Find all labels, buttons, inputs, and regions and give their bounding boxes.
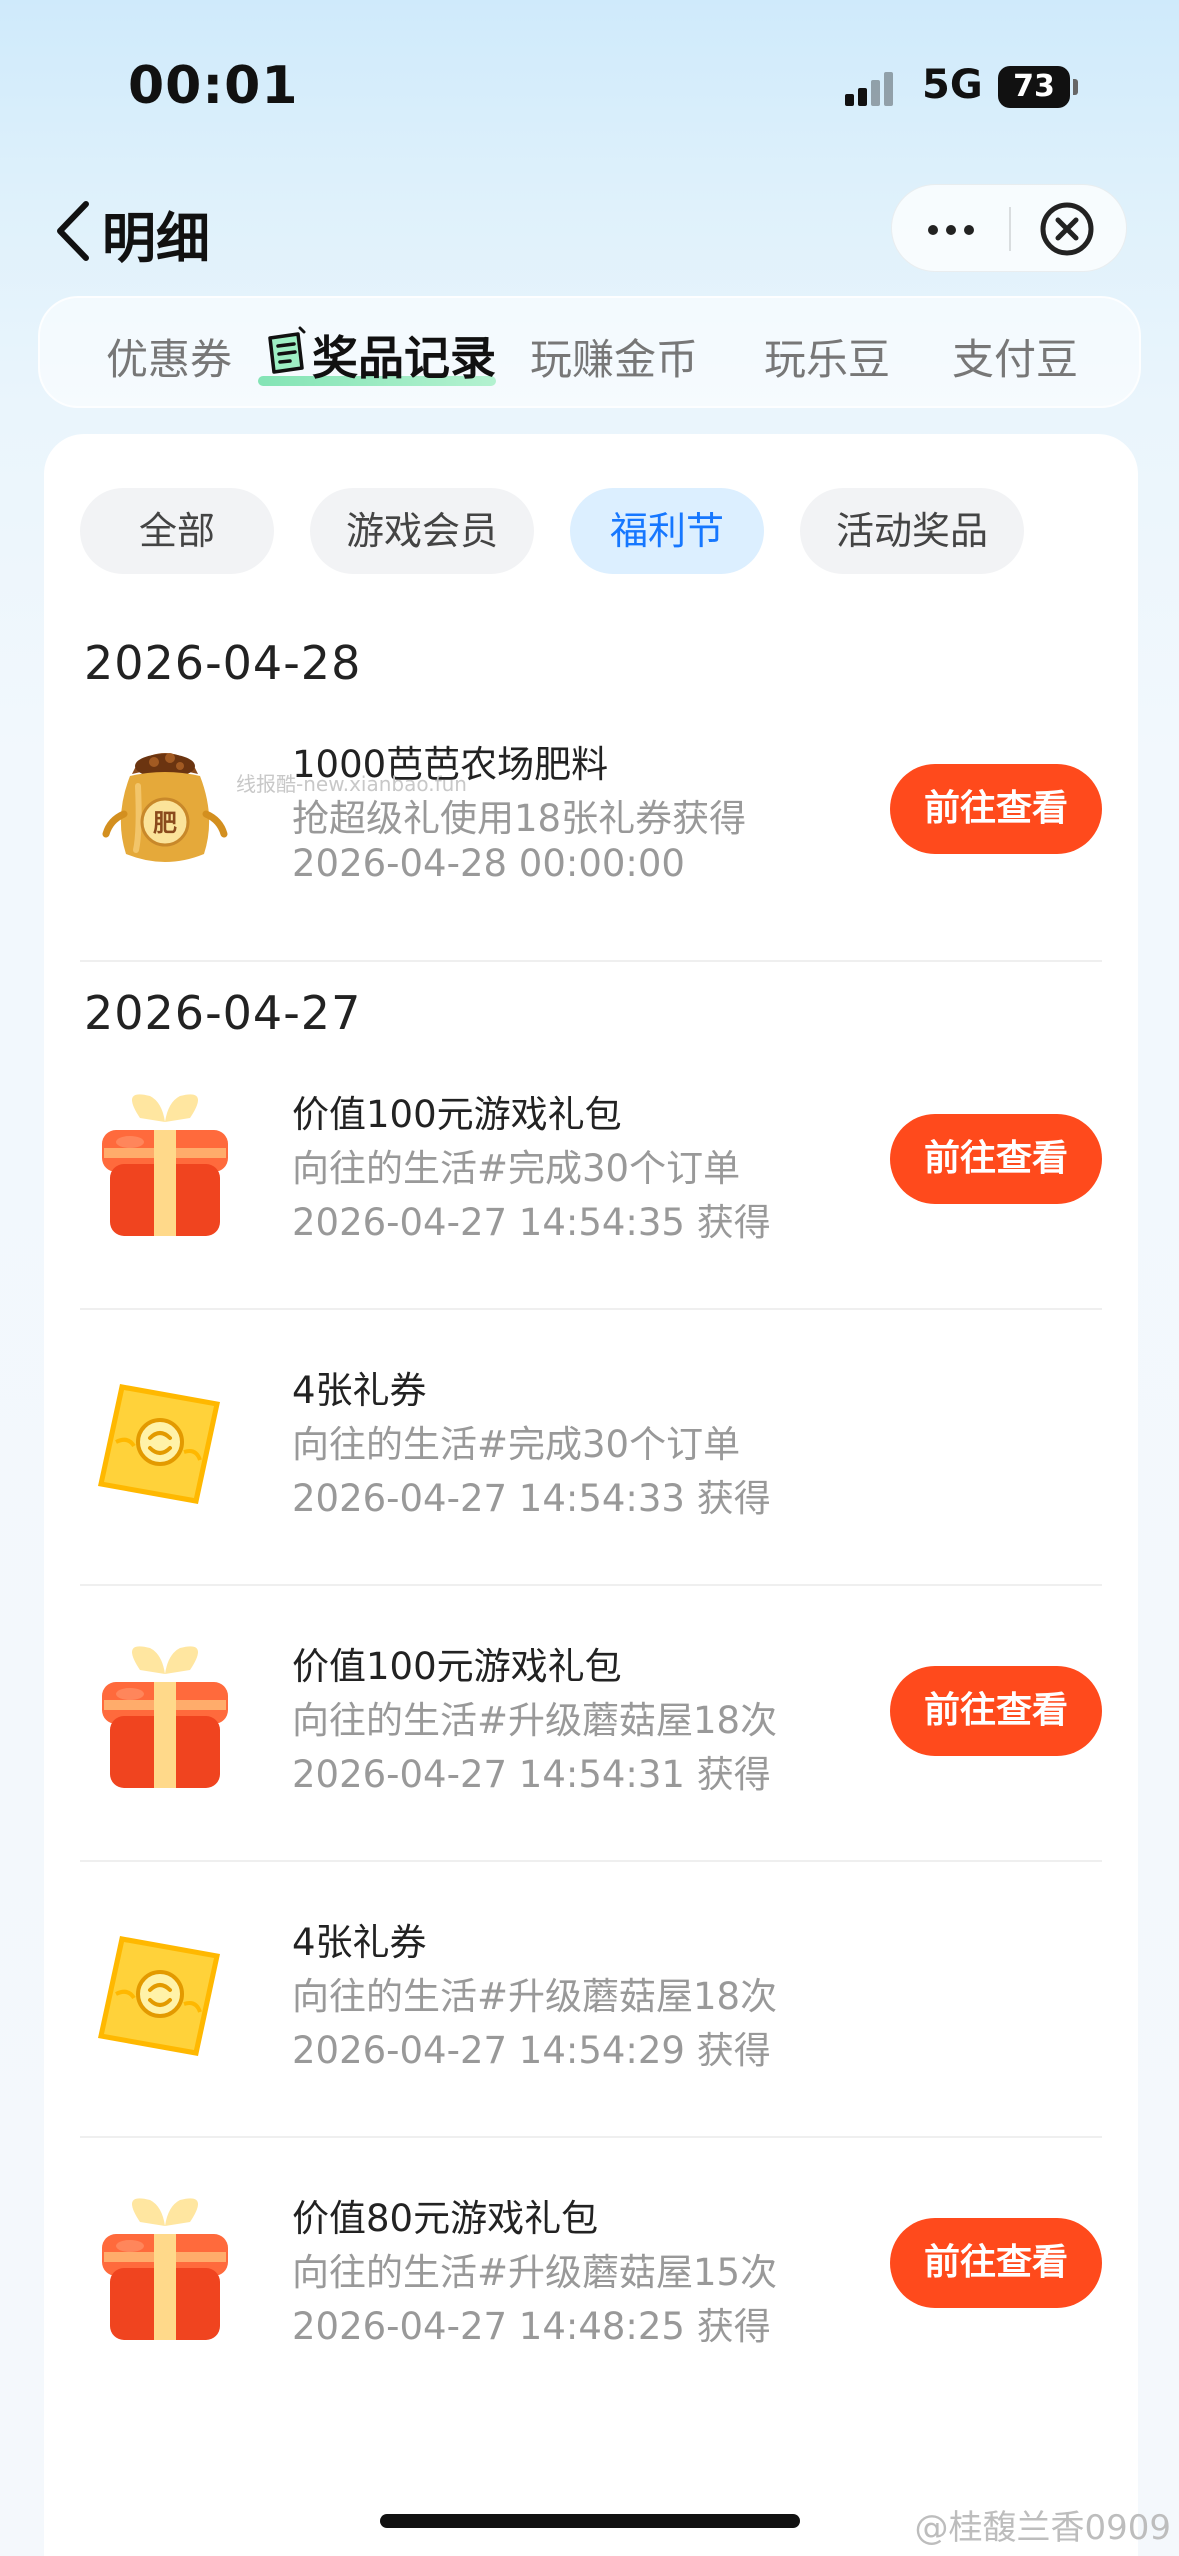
row-divider [80, 1308, 1102, 1310]
page-title: 明细 [102, 207, 210, 270]
list-item: 价值100元游戏礼包 向往的生活#升级蘑菇屋18次 2026-04-27 14:… [80, 1616, 1102, 1826]
item-source: 向往的生活#升级蘑菇屋18次 [292, 1699, 778, 1742]
item-time: 2026-04-28 00:00:00 [292, 842, 685, 885]
tab-play-earn-coins[interactable]: 玩赚金币 [530, 326, 698, 387]
filter-all[interactable]: 全部 [80, 488, 274, 574]
item-time: 2026-04-27 14:54:29 获得 [292, 2029, 771, 2072]
row-divider [80, 1860, 1102, 1862]
list-item: 4张礼券 向往的生活#完成30个订单 2026-04-27 14:54:33 获… [80, 1340, 1102, 1550]
fertilizer-bag-icon: 肥 [102, 753, 228, 862]
item-source: 向往的生活#完成30个订单 [292, 1423, 741, 1466]
back-button[interactable] [46, 196, 106, 266]
main-tab-bar: 优惠券 奖品记录 玩赚金币 玩乐豆 支付豆 [38, 296, 1141, 408]
row-divider [80, 960, 1102, 962]
watermark: @桂馥兰香0909 [914, 2508, 1171, 2548]
more-dot [928, 225, 938, 235]
close-circle-icon [1040, 202, 1094, 256]
view-button[interactable]: 前往查看 [890, 2218, 1102, 2308]
network-type: 5G [922, 62, 983, 108]
close-button[interactable] [1010, 185, 1128, 273]
filter-game-member[interactable]: 游戏会员 [310, 488, 534, 574]
list-item: 价值100元游戏礼包 向往的生活#完成30个订单 2026-04-27 14:5… [80, 1064, 1102, 1274]
more-dot [964, 225, 974, 235]
mini-program-capsule [891, 184, 1127, 272]
list-item: 4张礼券 向往的生活#升级蘑菇屋18次 2026-04-27 14:54:29 … [80, 1892, 1102, 2102]
records-card: 全部 游戏会员 福利节 活动奖品 2026-04-28 肥 1000芭芭农场肥料… [44, 434, 1138, 2556]
more-dot [946, 225, 956, 235]
item-source: 向往的生活#升级蘑菇屋18次 [292, 1975, 778, 2018]
svg-text:肥: 肥 [153, 809, 177, 837]
coupon-ticket-icon [98, 1384, 220, 1504]
item-title: 4张礼券 [292, 1369, 427, 1412]
filter-activity-prizes[interactable]: 活动奖品 [800, 488, 1024, 574]
item-title: 价值80元游戏礼包 [292, 2197, 599, 2240]
view-button[interactable]: 前往查看 [890, 1666, 1102, 1756]
item-time: 2026-04-27 14:48:25 获得 [292, 2305, 771, 2348]
view-button[interactable]: 前往查看 [890, 1114, 1102, 1204]
item-time: 2026-04-27 14:54:35 获得 [292, 1201, 771, 1244]
home-indicator [380, 2514, 800, 2528]
date-header: 2026-04-27 [84, 986, 362, 1040]
list-item: 价值80元游戏礼包 向往的生活#升级蘑菇屋15次 2026-04-27 14:4… [80, 2168, 1102, 2378]
tab-fun-beans[interactable]: 玩乐豆 [764, 326, 890, 387]
filter-welfare-festival[interactable]: 福利节 [570, 488, 764, 574]
signal-strength-icon [845, 70, 905, 106]
battery-icon: 73 [998, 66, 1070, 108]
list-item: 肥 1000芭芭农场肥料 抢超级礼使用18张礼券获得 2026-04-28 00… [80, 714, 1102, 924]
chevron-left-icon [57, 201, 89, 261]
item-time: 2026-04-27 14:54:31 获得 [292, 1753, 771, 1796]
gift-box-icon [102, 2198, 228, 2340]
more-button[interactable] [892, 185, 1010, 273]
battery-tip [1073, 79, 1078, 95]
item-time: 2026-04-27 14:54:33 获得 [292, 1477, 771, 1520]
coupon-ticket-icon [98, 1936, 220, 2056]
status-time: 00:01 [128, 56, 299, 116]
tab-coupons[interactable]: 优惠券 [106, 326, 232, 387]
tab-pay-beans[interactable]: 支付豆 [952, 326, 1078, 387]
watermark-small: 线报酷-new.xianbao.fun [236, 772, 467, 796]
row-divider [80, 2136, 1102, 2138]
nav-bar: 明细 [0, 180, 1179, 280]
date-header: 2026-04-28 [84, 636, 362, 690]
gift-box-icon [102, 1646, 228, 1788]
item-source: 向往的生活#升级蘑菇屋15次 [292, 2251, 778, 2294]
item-source: 向往的生活#完成30个订单 [292, 1147, 741, 1190]
record-list-icon [268, 326, 306, 374]
item-title: 4张礼券 [292, 1921, 427, 1964]
status-bar: 00:01 5G 73 [0, 0, 1179, 170]
view-button[interactable]: 前往查看 [890, 764, 1102, 854]
row-divider [80, 1584, 1102, 1586]
item-title: 价值100元游戏礼包 [292, 1645, 622, 1688]
gift-box-icon [102, 1094, 228, 1236]
tab-prize-records[interactable]: 奖品记录 [312, 322, 496, 388]
item-title: 价值100元游戏礼包 [292, 1093, 622, 1136]
